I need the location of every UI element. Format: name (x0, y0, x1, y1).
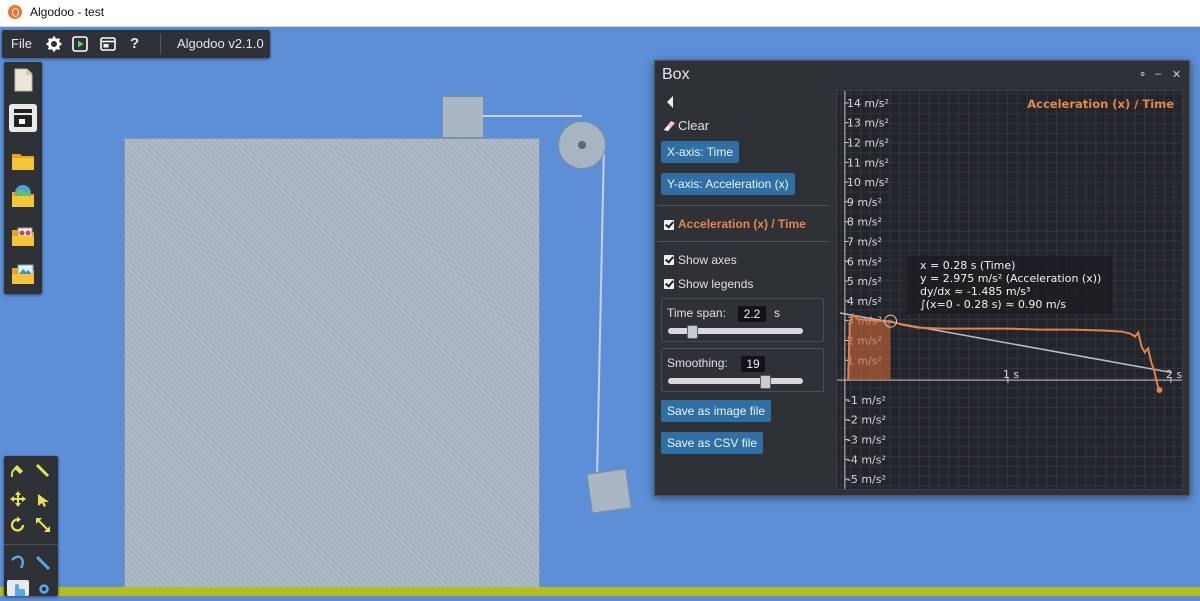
drag-tool-icon[interactable] (34, 490, 52, 508)
graph-area[interactable]: 14 m/s² 13 m/s² 12 m/s² 11 m/s² 10 m/s² 9 m/s… (836, 90, 1183, 490)
y-tick-label: 4 m/s² (847, 295, 882, 308)
sketch-tool-icon[interactable] (9, 462, 27, 480)
series-checkbox[interactable] (664, 220, 674, 230)
large-box[interactable] (124, 138, 540, 590)
gear-icon[interactable] (36, 582, 52, 596)
pulley-wheel[interactable] (558, 121, 606, 169)
rotate-tool-icon[interactable] (9, 516, 27, 534)
y-tick-label: -3 m/s² (847, 433, 886, 446)
play-simulation-icon[interactable] (72, 36, 88, 52)
rope-horizontal[interactable] (482, 115, 582, 117)
window-titlebar: Algodoo - test (0, 0, 1200, 27)
smoothing-label: Smoothing: (667, 356, 728, 370)
x-tick-label: 2 s (1166, 368, 1182, 381)
open-folder-icon[interactable] (9, 146, 37, 174)
time-span-group: Time span: 2.2 s (661, 298, 824, 342)
x-axis-button[interactable]: X-axis: Time (661, 141, 740, 163)
brush-tool-icon[interactable] (34, 462, 52, 480)
y-tick-label: -1 m/s² (847, 394, 886, 407)
phunlets-folder-icon[interactable] (9, 222, 37, 250)
y-tick-label: 7 m/s² (847, 235, 882, 248)
file-menu[interactable]: File (11, 36, 32, 51)
y-tick-label: 8 m/s² (847, 216, 882, 229)
graph-title: Acceleration (x) / Time (1027, 97, 1174, 111)
save-image-button[interactable]: Save as image file (661, 400, 772, 422)
show-axes-label[interactable]: Show axes (678, 253, 737, 267)
algodoo-app-icon (8, 5, 22, 19)
minimize-icon[interactable]: – (1155, 68, 1161, 80)
readout-line: dy/dx ≈ -1.485 m/s³ (920, 285, 1030, 298)
y-tick-label: 5 m/s² (847, 275, 882, 288)
browse-online-icon[interactable] (9, 182, 37, 210)
scene-properties-icon[interactable] (9, 104, 37, 132)
smoothing-input[interactable]: 19 (741, 356, 765, 372)
file-toolbar (4, 62, 42, 294)
back-arrow-icon[interactable] (665, 95, 675, 108)
time-span-slider-handle[interactable] (687, 325, 699, 339)
tools-separator (4, 544, 58, 545)
help-icon[interactable]: ? (130, 35, 139, 52)
scale-tool-icon[interactable] (34, 516, 52, 534)
time-span-label: Time span: (667, 306, 726, 320)
tools-toolbar (4, 456, 58, 596)
smoothing-slider-handle[interactable] (760, 375, 772, 389)
eraser-icon (662, 118, 676, 131)
lessons-folder-icon[interactable] (9, 260, 37, 288)
y-tick-label: 6 m/s² (847, 255, 882, 268)
show-legends-checkbox[interactable] (664, 279, 674, 289)
y-tick-label: 9 m/s² (847, 196, 882, 209)
smoothing-group: Smoothing: 19 (661, 348, 824, 392)
series-label[interactable]: Acceleration (x) / Time (678, 217, 806, 231)
hanging-box[interactable] (586, 468, 632, 514)
move-tool-icon[interactable] (9, 490, 27, 508)
show-axes-checkbox[interactable] (664, 255, 674, 265)
graph-svg[interactable]: 14 m/s² 13 m/s² 12 m/s² 11 m/s² 10 m/s² 9 m/s… (837, 91, 1182, 489)
y-tick-label: 14 m/s² (847, 97, 889, 110)
main-menubar: File ? Algodoo v2.1.0 (2, 30, 270, 58)
close-icon[interactable]: ✕ (1172, 68, 1181, 81)
y-axis-button[interactable]: Y-axis: Acceleration (x) (661, 173, 795, 195)
panel-divider (657, 205, 829, 206)
readout-line: y = 2.975 m/s² (Acceleration (x)) (920, 272, 1101, 285)
readout-line: ∫(x=0 - 0.28 s) ≈ 0.90 m/s (920, 298, 1066, 311)
menubar-separator (160, 34, 161, 54)
version-label: Algodoo v2.1.0 (177, 36, 264, 51)
series-end-point (1156, 386, 1163, 393)
save-csv-button[interactable]: Save as CSV file (661, 432, 764, 454)
pulley-hub (578, 141, 586, 149)
small-box-on-top[interactable] (442, 96, 484, 138)
y-tick-label: 11 m/s² (847, 156, 889, 169)
time-span-unit: s (774, 306, 780, 320)
new-scene-icon[interactable] (9, 66, 37, 94)
clear-button[interactable]: Clear (678, 118, 709, 133)
integral-shaded-area (844, 314, 891, 381)
y-tick-label: 10 m/s² (847, 176, 889, 189)
show-legends-label[interactable]: Show legends (678, 277, 753, 291)
window-title: Algodoo - test (30, 5, 105, 19)
pin-icon[interactable]: ⚬ (1138, 68, 1147, 81)
hand-tool-icon[interactable] (7, 580, 29, 596)
panel-title: Box (662, 66, 690, 83)
y-tick-label: -4 m/s² (847, 453, 886, 466)
ground-plane[interactable] (0, 587, 1200, 596)
y-tick-label: -2 m/s² (847, 414, 886, 427)
smoothing-slider[interactable] (668, 378, 803, 384)
knife-tool-icon[interactable] (34, 554, 52, 572)
readout-line: x = 0.28 s (Time) (920, 259, 1015, 272)
gear-icon[interactable] (46, 36, 62, 52)
window-icon[interactable] (100, 36, 116, 52)
panel-divider (657, 241, 829, 242)
time-span-input[interactable]: 2.2 (738, 306, 766, 322)
y-tick-label: -5 m/s² (847, 473, 886, 486)
rope-tool-icon[interactable] (9, 554, 27, 572)
x-tick-label: 1 s (1003, 368, 1019, 381)
y-tick-label: 12 m/s² (847, 136, 889, 149)
y-tick-label: 13 m/s² (847, 117, 889, 130)
